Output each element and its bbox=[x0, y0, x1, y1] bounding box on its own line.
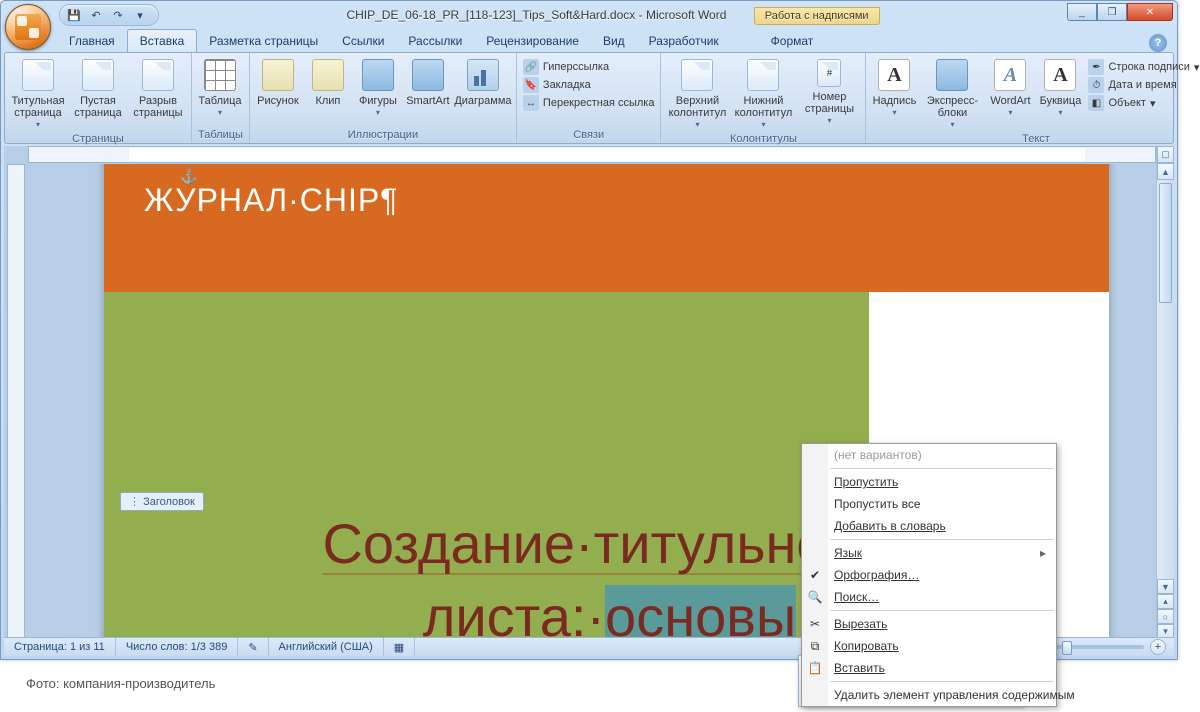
ctx-no-suggestions: (нет вариантов) bbox=[802, 444, 1056, 466]
status-proofing[interactable]: ✎ bbox=[238, 638, 268, 656]
bookmark-button[interactable]: 🔖Закладка bbox=[523, 77, 655, 93]
crossref-button[interactable]: ↔Перекрестная ссылка bbox=[523, 95, 655, 111]
header-button[interactable]: Верхнийколонтитул▾ bbox=[667, 57, 727, 131]
group-text: AНадпись▾ Экспресс-блоки▾ AWordArt▾ AБук… bbox=[866, 53, 1200, 143]
ctx-add-dictionary[interactable]: Добавить в словарь bbox=[802, 515, 1056, 537]
table-button[interactable]: Таблица▾ bbox=[198, 57, 242, 119]
window-title: CHIP_DE_06-18_PR_[118-123]_Tips_Soft&Har… bbox=[159, 8, 1067, 22]
group-links: 🔗Гиперссылка 🔖Закладка ↔Перекрестная ссы… bbox=[517, 53, 662, 143]
zoom-in-button[interactable]: + bbox=[1150, 639, 1166, 655]
group-tables-label: Таблицы bbox=[198, 127, 243, 141]
quick-access-toolbar: 💾 ↶ ↷ ▾ bbox=[59, 4, 159, 26]
status-page[interactable]: Страница: 1 из 11 bbox=[4, 638, 116, 656]
smartart-button[interactable]: SmartArt bbox=[406, 57, 450, 107]
contextual-tab-label: Работа с надписями bbox=[754, 7, 880, 25]
tab-review[interactable]: Рецензирование bbox=[474, 30, 591, 52]
app-window: 💾 ↶ ↷ ▾ CHIP_DE_06-18_PR_[118-123]_Tips_… bbox=[0, 0, 1178, 660]
ribbon: Титульнаястраница▾ Пустаястраница Разрыв… bbox=[4, 52, 1174, 144]
magazine-title[interactable]: ЖУРНАЛ·CHIP¶ bbox=[144, 182, 1109, 219]
search-icon: 🔍 bbox=[806, 589, 824, 605]
group-illustrations-label: Иллюстрации bbox=[256, 127, 510, 141]
wordart-button[interactable]: AWordArt▾ bbox=[988, 57, 1032, 119]
ctx-language[interactable]: Язык▸ bbox=[802, 542, 1056, 564]
horizontal-ruler[interactable] bbox=[28, 146, 1156, 163]
tab-insert[interactable]: Вставка bbox=[127, 29, 198, 52]
ctx-ignore[interactable]: Пропустить bbox=[802, 471, 1056, 493]
scroll-thumb[interactable] bbox=[1159, 183, 1172, 303]
page-break-button[interactable]: Разрывстраницы bbox=[131, 57, 185, 119]
vertical-ruler[interactable] bbox=[7, 164, 25, 639]
tab-developer[interactable]: Разработчик bbox=[637, 30, 731, 52]
redo-icon[interactable]: ↷ bbox=[110, 7, 126, 23]
group-illustrations: Рисунок Клип Фигуры▾ SmartArt Диаграмма … bbox=[250, 53, 517, 143]
cover-page-button[interactable]: Титульнаястраница▾ bbox=[11, 57, 65, 131]
office-button[interactable] bbox=[5, 4, 51, 50]
close-button[interactable]: ✕ bbox=[1127, 3, 1173, 21]
spellcheck-icon: ✔ bbox=[806, 567, 824, 583]
cover-orange-band: ⚓ ЖУРНАЛ·CHIP¶ bbox=[104, 164, 1109, 292]
anchor-icon: ⚓ bbox=[180, 168, 197, 185]
ctx-ignore-all[interactable]: Пропустить все bbox=[802, 493, 1056, 515]
copy-icon: ⧉ bbox=[806, 638, 824, 654]
ribbon-tabs: Главная Вставка Разметка страницы Ссылки… bbox=[1, 29, 1177, 52]
minimize-button[interactable]: _ bbox=[1067, 3, 1097, 21]
hyperlink-button[interactable]: 🔗Гиперссылка bbox=[523, 59, 655, 75]
undo-icon[interactable]: ↶ bbox=[88, 7, 104, 23]
help-icon[interactable]: ? bbox=[1149, 34, 1167, 52]
group-header-footer: Верхнийколонтитул▾ Нижнийколонтитул▾ #Но… bbox=[661, 53, 866, 143]
qat-dropdown-icon[interactable]: ▾ bbox=[132, 7, 148, 23]
scroll-down-button[interactable]: ▼ bbox=[1157, 579, 1174, 594]
tab-page-layout[interactable]: Разметка страницы bbox=[197, 30, 330, 52]
ctx-paste[interactable]: 📋Вставить bbox=[802, 657, 1056, 679]
chart-button[interactable]: Диаграмма bbox=[456, 57, 510, 107]
tab-format[interactable]: Формат bbox=[759, 30, 826, 52]
proofing-icon: ✎ bbox=[248, 641, 257, 654]
signature-line-button[interactable]: ✒Строка подписи ▾ bbox=[1088, 59, 1199, 75]
title-bar: 💾 ↶ ↷ ▾ CHIP_DE_06-18_PR_[118-123]_Tips_… bbox=[1, 1, 1177, 29]
window-buttons: _ ❐ ✕ bbox=[1067, 3, 1173, 21]
group-pages-label: Страницы bbox=[11, 131, 185, 145]
tab-mailings[interactable]: Рассылки bbox=[396, 30, 474, 52]
tab-references[interactable]: Ссылки bbox=[330, 30, 396, 52]
page-number-button[interactable]: #Номерстраницы▾ bbox=[799, 57, 859, 127]
ctx-cut[interactable]: ✂Вырезать bbox=[802, 613, 1056, 635]
group-text-label: Текст bbox=[872, 131, 1199, 145]
dropcap-button[interactable]: AБуквица▾ bbox=[1038, 57, 1082, 119]
tab-view[interactable]: Вид bbox=[591, 30, 637, 52]
status-language[interactable]: Английский (США) bbox=[269, 638, 384, 656]
vertical-scrollbar[interactable]: ▢ ▲ ▼ ▴ ○ ▾ bbox=[1156, 146, 1174, 639]
picture-button[interactable]: Рисунок bbox=[256, 57, 300, 107]
status-words[interactable]: Число слов: 1/3 389 bbox=[116, 638, 239, 656]
context-menu: (нет вариантов) Пропустить Пропустить вс… bbox=[801, 443, 1057, 707]
ctx-delete-content-control[interactable]: Удалить элемент управления содержимым bbox=[802, 684, 1056, 706]
group-tables: Таблица▾ Таблицы bbox=[192, 53, 250, 143]
object-button[interactable]: ◧Объект ▾ bbox=[1088, 95, 1199, 111]
footer-button[interactable]: Нижнийколонтитул▾ bbox=[733, 57, 793, 131]
save-icon[interactable]: 💾 bbox=[66, 7, 82, 23]
group-links-label: Связи bbox=[523, 127, 655, 141]
maximize-button[interactable]: ❐ bbox=[1097, 3, 1127, 21]
paste-icon: 📋 bbox=[806, 660, 824, 676]
textbox-button[interactable]: AНадпись▾ bbox=[872, 57, 916, 119]
group-pages: Титульнаястраница▾ Пустаястраница Разрыв… bbox=[5, 53, 192, 143]
date-time-button[interactable]: ⏱Дата и время bbox=[1088, 77, 1199, 93]
quickparts-button[interactable]: Экспресс-блоки▾ bbox=[922, 57, 982, 131]
cut-icon: ✂ bbox=[806, 616, 824, 632]
image-caption: Фото: компания-производитель bbox=[26, 676, 215, 691]
tab-home[interactable]: Главная bbox=[57, 30, 127, 52]
clipart-button[interactable]: Клип bbox=[306, 57, 350, 107]
prev-page-button[interactable]: ▴ bbox=[1157, 594, 1174, 609]
browse-object-button[interactable]: ○ bbox=[1157, 609, 1174, 624]
ctx-copy[interactable]: ⧉Копировать bbox=[802, 635, 1056, 657]
blank-page-button[interactable]: Пустаястраница bbox=[71, 57, 125, 119]
ctx-spelling[interactable]: ✔Орфография… bbox=[802, 564, 1056, 586]
group-hf-label: Колонтитулы bbox=[667, 131, 859, 145]
zoom-slider[interactable] bbox=[1048, 645, 1144, 649]
shapes-button[interactable]: Фигуры▾ bbox=[356, 57, 400, 119]
status-macro[interactable]: ▦ bbox=[384, 638, 415, 656]
ctx-find[interactable]: 🔍Поиск… bbox=[802, 586, 1056, 608]
ruler-toggle[interactable]: ▢ bbox=[1157, 146, 1174, 163]
